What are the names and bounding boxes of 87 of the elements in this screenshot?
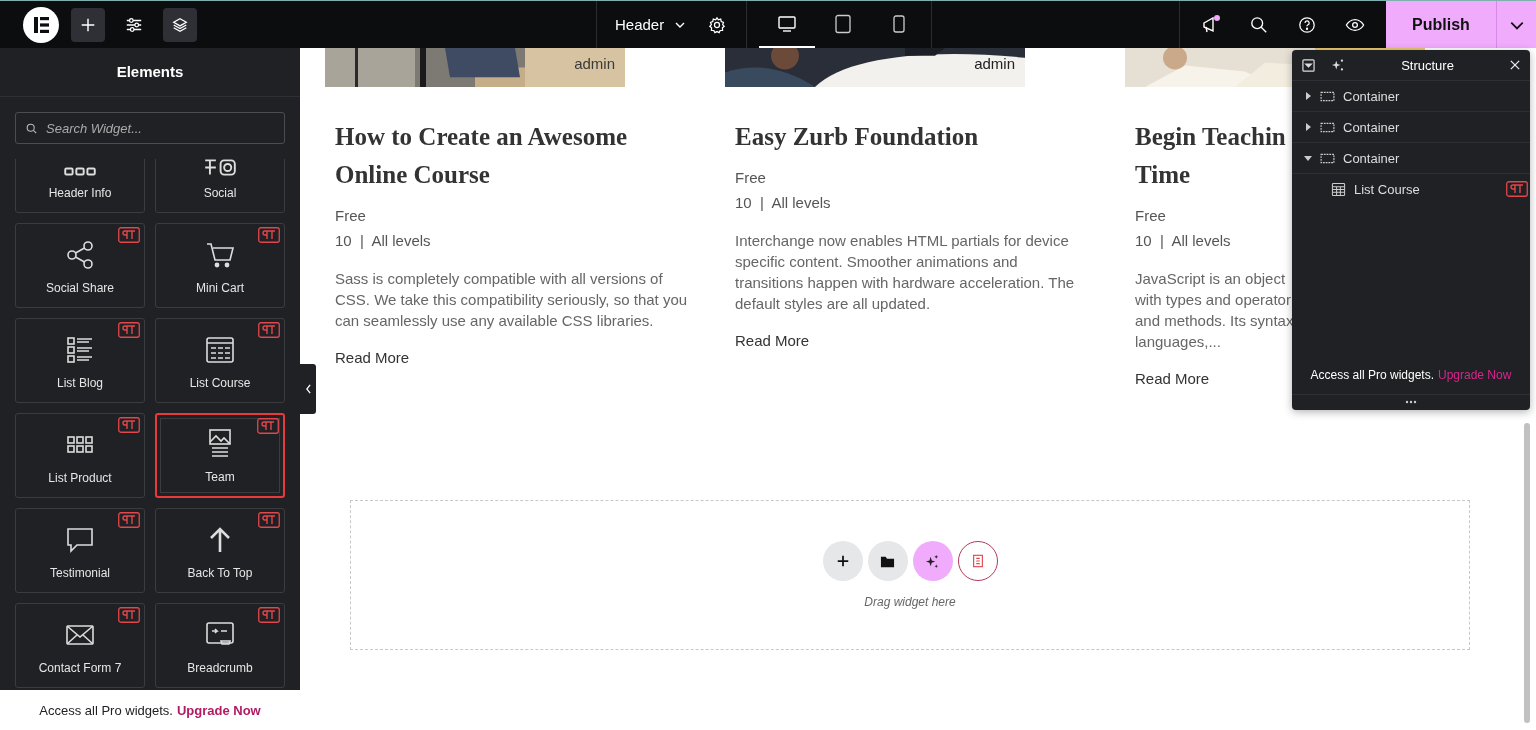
settings-icon xyxy=(708,15,727,34)
widget-card[interactable]: List Course xyxy=(155,318,285,403)
widget-card[interactable]: List Product xyxy=(15,413,145,498)
course-price: Free xyxy=(735,169,767,186)
structure-button[interactable] xyxy=(163,7,197,42)
widget-card[interactable]: Contact Form 7 xyxy=(15,603,145,688)
collapse-icon[interactable] xyxy=(1302,58,1315,72)
tree-item[interactable]: Container xyxy=(1292,112,1530,143)
author-name: admin xyxy=(574,55,615,72)
sparkle-icon xyxy=(925,553,940,569)
pro-badge-icon xyxy=(258,227,280,243)
social-icon xyxy=(204,159,236,176)
structure-title: Structure xyxy=(1400,57,1455,73)
header-info-icon xyxy=(64,167,96,176)
search-icon xyxy=(26,123,37,134)
read-more-link[interactable]: Read More xyxy=(335,349,410,366)
scrollbar[interactable] xyxy=(1524,423,1530,723)
page-dropdown[interactable]: Header xyxy=(615,16,687,33)
pro-badge-icon xyxy=(118,512,140,528)
course-meta: 10 | All levels xyxy=(735,194,832,211)
pro-badge-icon xyxy=(118,227,140,243)
help-icon xyxy=(1298,15,1316,34)
course-description: Interchange now enables HTML partials for device specific content. Smoother animations and transitions happen with hardware acceleration. The default styles are all updated. xyxy=(735,231,1076,314)
collapse-panel-button[interactable] xyxy=(300,364,316,414)
container-icon xyxy=(1320,121,1335,133)
share-icon xyxy=(64,239,96,271)
pro-badge-icon xyxy=(118,607,140,623)
add-button[interactable] xyxy=(71,7,105,42)
caret-icon[interactable] xyxy=(1304,123,1312,131)
close-icon[interactable] xyxy=(1510,60,1520,70)
tree-item[interactable]: List Course xyxy=(1292,174,1530,204)
widget-card[interactable]: Header Info xyxy=(15,159,145,213)
read-more-link[interactable]: Read More xyxy=(1135,370,1210,387)
course-description: JavaScript is an object with types and operator and methods. Its syntax languages,... xyxy=(1135,269,1291,352)
widget-card[interactable]: Mini Cart xyxy=(155,223,285,308)
course-meta: 10 | All levels xyxy=(1135,232,1232,249)
drop-hint: Drag widget here xyxy=(864,595,956,609)
sliders-icon xyxy=(125,15,143,34)
read-more-link[interactable]: Read More xyxy=(735,332,810,349)
course-price: Free xyxy=(335,207,367,224)
widget-card[interactable]: Social xyxy=(155,159,285,213)
course-title[interactable]: How to Create an Awesome Online Course xyxy=(335,118,685,194)
tree-item[interactable]: Container xyxy=(1292,143,1530,174)
caret-icon[interactable] xyxy=(1304,154,1312,162)
course-title[interactable]: Begin Teachin Time xyxy=(1135,118,1291,194)
sparkle-icon[interactable] xyxy=(1331,58,1345,72)
chevron-left-icon xyxy=(304,384,312,394)
widget-card[interactable]: Social Share xyxy=(15,223,145,308)
author-name: admin xyxy=(974,55,1015,72)
pro-badge-icon xyxy=(258,512,280,528)
widget-card[interactable]: List Blog xyxy=(15,318,145,403)
widget-card[interactable]: Breadcrumb xyxy=(155,603,285,688)
publish-button[interactable]: Publish xyxy=(1386,0,1496,49)
pro-badge-icon xyxy=(258,607,280,623)
layers-icon xyxy=(171,15,189,34)
template-library-button[interactable] xyxy=(867,541,908,581)
course-meta: 10 | All levels xyxy=(335,232,432,249)
caret-icon[interactable] xyxy=(1304,92,1312,100)
logo-icon[interactable] xyxy=(23,6,59,43)
add-section-button[interactable] xyxy=(822,541,863,581)
pro-badge-icon xyxy=(257,418,279,434)
widget-card[interactable]: Testimonial xyxy=(15,508,145,593)
widget-card[interactable]: Back To Top xyxy=(155,508,285,593)
course-description: Sass is completely compatible with all versions of CSS. We take this compatibility seriously, so that you can seamlessly use any available CSS libraries. xyxy=(335,269,685,331)
document-button[interactable] xyxy=(957,541,998,581)
drop-zone[interactable]: Drag widget here xyxy=(350,500,1470,650)
plus-icon xyxy=(835,554,850,568)
pro-badge-icon xyxy=(258,322,280,338)
tree-item[interactable]: Container xyxy=(1292,81,1530,112)
widget-card[interactable]: Team xyxy=(155,413,285,498)
ai-sparkle-button[interactable] xyxy=(912,541,953,581)
container-icon xyxy=(1320,152,1335,164)
promo-text: Access all Pro widgets. xyxy=(39,702,173,718)
container-icon xyxy=(1320,90,1335,102)
upgrade-link[interactable]: Upgrade Now xyxy=(1438,368,1512,382)
search-icon xyxy=(1250,15,1268,34)
document-icon xyxy=(970,554,985,568)
pro-badge-icon xyxy=(118,417,140,433)
table-icon xyxy=(204,334,236,366)
course-title[interactable]: Easy Zurb Foundation xyxy=(735,118,1085,156)
resize-handle-icon[interactable] xyxy=(1405,400,1417,404)
search-field[interactable]: Search Widget... xyxy=(15,112,285,144)
course-price: Free xyxy=(1135,207,1167,224)
pro-badge-icon xyxy=(118,322,140,338)
table-icon xyxy=(1331,181,1346,197)
upgrade-link[interactable]: Upgrade Now xyxy=(176,702,261,718)
promo-text: Access all Pro widgets. xyxy=(1310,368,1434,382)
